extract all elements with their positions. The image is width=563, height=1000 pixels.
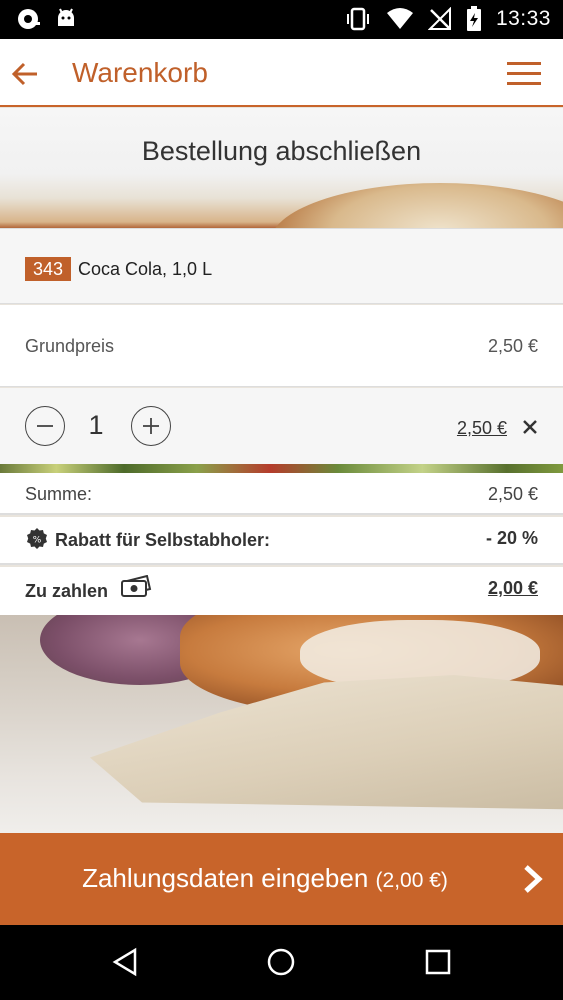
menu-icon[interactable] xyxy=(507,61,541,87)
chevron-right-icon xyxy=(524,865,543,893)
cash-icon xyxy=(121,575,152,597)
cart-item-row: 343 Coca Cola, 1,0 L xyxy=(0,228,563,304)
notification-icon xyxy=(18,9,40,29)
arrow-left-icon[interactable] xyxy=(10,59,40,89)
quantity-row: 1 2,50 € xyxy=(0,388,563,464)
plus-icon xyxy=(143,418,159,434)
app-bar: Warenkorb xyxy=(0,39,563,107)
hero-banner: Bestellung abschließen xyxy=(0,108,563,228)
section-heading: Bestellung abschließen xyxy=(141,136,422,166)
amount-due-row: Zu zahlen 2,00 € xyxy=(0,567,563,615)
base-price-row: Grundpreis 2,50 € xyxy=(0,305,563,387)
increase-quantity-button[interactable] xyxy=(131,406,171,446)
quantity-value: 1 xyxy=(88,410,104,440)
discount-label: Rabatt für Selbstabholer: xyxy=(55,530,271,550)
percent-badge-icon: % xyxy=(27,528,47,549)
recents-square-icon[interactable] xyxy=(423,947,453,977)
food-photo xyxy=(0,615,563,833)
vibrate-icon xyxy=(346,7,369,31)
base-price-label: Grundpreis xyxy=(25,336,115,356)
close-icon[interactable] xyxy=(521,418,539,436)
amount-due-value: 2,00 € xyxy=(487,578,538,598)
svg-text:%: % xyxy=(33,536,42,546)
system-navigation-bar xyxy=(0,925,563,1000)
cta-amount: (2,00 €) xyxy=(375,869,448,892)
item-name: Coca Cola, 1,0 L xyxy=(78,259,213,279)
salad-image-strip xyxy=(0,464,563,473)
home-circle-icon[interactable] xyxy=(266,947,296,977)
discount-row: % Rabatt für Selbstabholer: - 20 % xyxy=(0,517,563,565)
status-time: 13:33 xyxy=(495,7,551,30)
status-bar: 13:33 xyxy=(0,0,563,39)
battery-charging-icon xyxy=(466,6,481,31)
sum-value: 2,50 € xyxy=(487,484,538,504)
sum-row: Summe: 2,50 € xyxy=(0,473,563,515)
android-debug-icon xyxy=(58,8,74,26)
wifi-icon xyxy=(386,8,413,29)
enter-payment-button[interactable]: Zahlungsdaten eingeben (2,00 €) xyxy=(0,833,563,925)
burger-bun-image xyxy=(270,183,563,228)
minus-icon xyxy=(37,425,53,427)
back-triangle-icon[interactable] xyxy=(111,947,141,977)
line-total: 2,50 € xyxy=(456,418,507,438)
sum-label: Summe: xyxy=(25,484,93,504)
amount-due-label: Zu zahlen xyxy=(25,581,109,601)
base-price-value: 2,50 € xyxy=(487,336,538,356)
item-number-badge: 343 xyxy=(25,257,72,281)
cta-label-wrap: Zahlungsdaten eingeben (2,00 €) xyxy=(0,863,530,894)
no-signal-icon xyxy=(427,7,451,30)
decrease-quantity-button[interactable] xyxy=(25,406,65,446)
discount-value: - 20 % xyxy=(485,528,538,548)
cta-label: Zahlungsdaten eingeben xyxy=(82,863,369,893)
page-title: Warenkorb xyxy=(72,57,208,88)
